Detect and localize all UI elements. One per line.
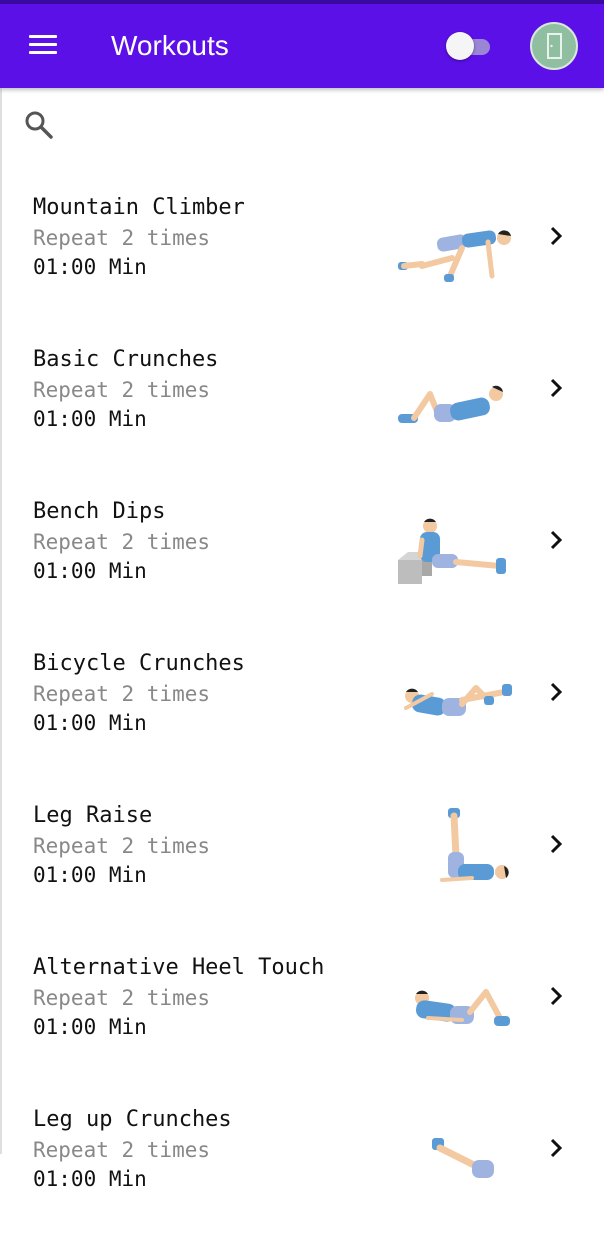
workout-duration: 01:00 Min [33,1167,147,1191]
workout-repeat: Repeat 2 times [33,986,211,1010]
workout-name: Basic Crunches [33,347,219,372]
workout-item-bicycle-crunches[interactable]: Bicycle Crunches Repeat 2 times 01:00 Mi… [0,632,604,784]
alternative-heel-touch-illustration [415,989,510,1026]
workout-duration: 01:00 Min [33,559,147,583]
leg-raise-illustration [440,808,509,882]
workout-name: Bicycle Crunches [33,651,245,676]
search-bar[interactable] [0,88,604,164]
workout-repeat: Repeat 2 times [33,378,211,402]
workout-name: Leg up Crunches [33,1107,232,1132]
workout-duration: 01:00 Min [33,711,147,735]
workout-duration: 01:00 Min [33,255,147,279]
bench-dips-illustration [398,518,506,584]
workout-name: Mountain Climber [33,195,245,220]
hamburger-menu-icon[interactable] [26,28,62,64]
search-icon[interactable] [22,108,56,142]
workout-duration: 01:00 Min [33,863,147,887]
theme-toggle[interactable] [444,30,496,62]
leg-up-crunches-illustration [432,1138,494,1178]
app-bar: Workouts [0,0,604,88]
workout-repeat: Repeat 2 times [33,530,211,554]
workout-item-bench-dips[interactable]: Bench Dips Repeat 2 times 01:00 Min [0,480,604,632]
workout-item-leg-up-crunches[interactable]: Leg up Crunches Repeat 2 times 01:00 Min [0,1088,604,1240]
workout-duration: 01:00 Min [33,407,147,431]
chevron-right-icon [550,226,563,246]
chevron-right-icon [550,1138,563,1158]
chevron-right-icon [550,530,563,550]
toggle-thumb [446,32,474,60]
workout-repeat: Repeat 2 times [33,226,211,250]
workout-item-leg-raise[interactable]: Leg Raise Repeat 2 times 01:00 Min [0,784,604,936]
workout-repeat: Repeat 2 times [33,682,211,706]
workout-repeat: Repeat 2 times [33,1138,211,1162]
workout-item-mountain-climber[interactable]: Mountain Climber Repeat 2 times 01:00 Mi… [0,176,604,328]
chevron-right-icon [550,834,563,854]
workout-repeat: Repeat 2 times [33,834,211,858]
bicycle-crunches-illustration [404,684,512,716]
chevron-right-icon [550,986,563,1006]
avatar[interactable] [530,22,578,70]
chevron-right-icon [550,378,563,398]
workout-item-alternative-heel-touch[interactable]: Alternative Heel Touch Repeat 2 times 01… [0,936,604,1088]
page-title: Workouts [111,30,229,61]
chevron-right-icon [550,682,563,702]
workout-duration: 01:00 Min [33,1015,147,1039]
workout-name: Alternative Heel Touch [33,955,325,980]
status-strip [0,0,604,4]
workout-name: Bench Dips [33,499,166,524]
workout-name: Leg Raise [33,803,153,828]
door-icon [547,33,562,59]
basic-crunches-illustration [398,385,503,423]
mountain-climber-illustration [398,230,511,282]
workout-item-basic-crunches[interactable]: Basic Crunches Repeat 2 times 01:00 Min [0,328,604,480]
